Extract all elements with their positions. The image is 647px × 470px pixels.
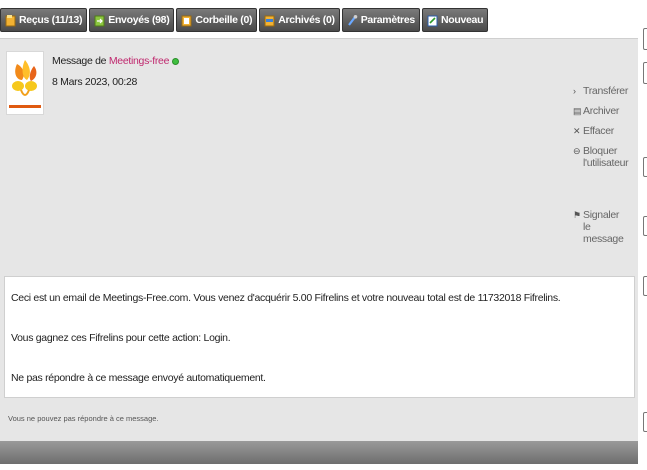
tab-sent-label: Envoyés (98)	[108, 14, 170, 26]
settings-icon	[347, 14, 358, 26]
delete-label: Effacer	[583, 125, 614, 137]
tab-archived-label: Archivés (0)	[278, 14, 335, 26]
archive-box-icon: ▤	[573, 106, 582, 116]
tab-new[interactable]: Nouveau	[421, 8, 489, 32]
message-from: Message de Meetings-free	[52, 55, 180, 67]
sidebar-box-3[interactable]	[643, 157, 647, 177]
tab-settings[interactable]: Paramètres	[341, 8, 420, 32]
archive-icon	[264, 15, 275, 26]
message-body: Ceci est un email de Meetings-Free.com. …	[4, 276, 635, 398]
block-label-1: Bloquer	[583, 145, 618, 157]
body-line-1: Ceci est un email de Meetings-Free.com. …	[11, 292, 561, 304]
message-actions: › Transférer ▤ Archiver ✕ Effacer ⊖ Bloq…	[573, 85, 633, 253]
archive-action[interactable]: ▤ Archiver	[573, 105, 633, 117]
report-label-2: le	[583, 221, 591, 233]
body-line-3: Ne pas répondre à ce message envoyé auto…	[11, 372, 266, 384]
message-panel: Message de Meetings-free 8 Mars 2023, 00…	[0, 38, 638, 464]
panel-bottom-bar	[0, 441, 638, 464]
tab-trash[interactable]: Corbeille (0)	[176, 8, 258, 32]
sender-link[interactable]: Meetings-free	[109, 55, 170, 67]
tab-archived[interactable]: Archivés (0)	[259, 8, 340, 32]
flag-icon: ⚑	[573, 210, 581, 220]
sidebar-box-5[interactable]	[643, 276, 647, 296]
block-icon: ⊖	[573, 146, 581, 156]
online-status-icon	[172, 57, 180, 65]
meetings-free-logo	[7, 52, 43, 114]
sidebar-box-6[interactable]	[643, 412, 647, 432]
trash-icon	[181, 15, 192, 26]
mailbox-tabbar: Reçus (11/13) Envoyés (98) Corbeille (0)…	[0, 8, 489, 32]
sidebar-box-1[interactable]	[643, 28, 647, 50]
chevron-right-icon: ›	[573, 86, 576, 96]
report-label-1: Signaler	[583, 209, 620, 221]
report-message-action[interactable]: ⚑ Signaler le message	[573, 209, 633, 245]
block-label-2: l'utilisateur	[583, 157, 629, 169]
block-user-action[interactable]: ⊖ Bloquer l'utilisateur	[573, 145, 633, 169]
inbox-icon	[5, 14, 16, 26]
tab-settings-label: Paramètres	[360, 14, 416, 26]
tab-sent[interactable]: Envoyés (98)	[89, 8, 175, 32]
body-line-2: Vous gagnez ces Fifrelins pour cette act…	[11, 332, 231, 344]
from-prefix: Message de	[52, 55, 107, 67]
new-message-icon	[427, 15, 438, 26]
no-reply-note: Vous ne pouvez pas répondre à ce message…	[8, 414, 159, 423]
message-date: 8 Mars 2023, 00:28	[52, 76, 138, 88]
sidebar-box-2[interactable]	[643, 62, 647, 84]
archive-label: Archiver	[583, 105, 620, 117]
tab-inbox[interactable]: Reçus (11/13)	[0, 8, 88, 32]
tab-inbox-label: Reçus (11/13)	[19, 14, 83, 26]
report-label-3: message	[583, 233, 624, 245]
tab-trash-label: Corbeille (0)	[195, 14, 253, 26]
tab-new-label: Nouveau	[440, 14, 484, 26]
delete-action[interactable]: ✕ Effacer	[573, 125, 633, 137]
forward-label: Transférer	[583, 85, 629, 97]
right-sidebar-clipped	[640, 0, 647, 470]
sender-avatar[interactable]	[6, 51, 44, 115]
forward-action[interactable]: › Transférer	[573, 85, 633, 97]
sidebar-box-4[interactable]	[643, 216, 647, 236]
sent-icon	[94, 15, 105, 26]
close-icon: ✕	[573, 126, 581, 136]
